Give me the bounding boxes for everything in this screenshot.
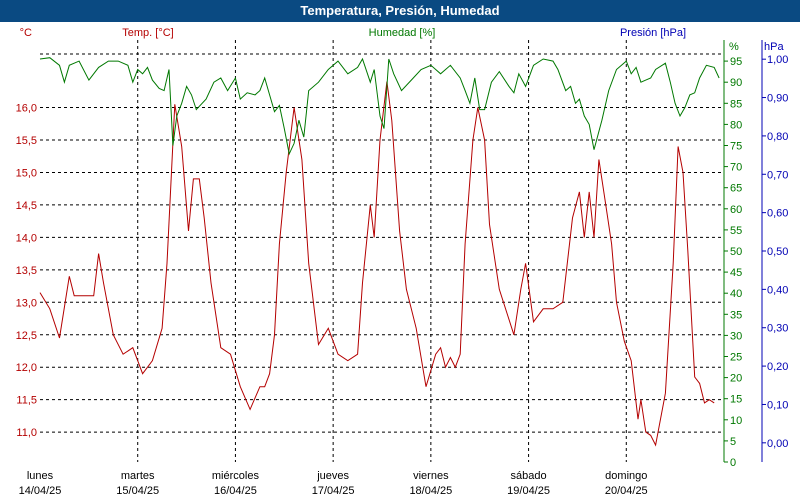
humidity-tick-label: 5 [730,436,736,448]
x-tick-date: 19/04/25 [507,485,550,497]
humidity-tick-label: 0 [730,457,736,469]
humidity-tick-label: 90 [730,77,742,89]
pressure-tick-label: 0,20 [767,361,788,373]
chart-canvas: 11,0 11,5 12,0 12,5 13,0 13,5 14,0 14,5 15,0 15,5… [0,22,800,500]
pressure-tick-label: 0,40 [767,284,788,296]
pressure-tick-label: 0,10 [767,399,788,411]
temp-tick-label: 14,5 [16,200,37,212]
humidity-tick-label: 50 [730,246,742,258]
humidity-tick-label: 75 [730,141,742,153]
temp-tick-label: 11,0 [16,427,37,439]
temp-tick-label: 12,0 [16,362,37,374]
app-window: Temperatura, Presión, Humedad 11,0 11,5 12… [0,0,800,500]
humidity-tick-label: 55 [730,225,742,237]
x-tick-date: 14/04/25 [19,485,62,497]
temp-tick-label: 15,0 [16,167,37,179]
x-tick-date: 18/04/25 [409,485,452,497]
legend-pressure: Presión [hPa] [620,27,686,39]
humidity-tick-label: 30 [730,330,742,342]
pressure-tick-label: 0,00 [767,438,788,450]
x-tick-day: miércoles [212,470,260,482]
humidity-tick-label: 15 [730,394,742,406]
pressure-tick-label: 0,60 [767,208,788,220]
humidity-tick-label: 95 [730,56,742,68]
pressure-unit-label: hPa [764,41,784,53]
x-tick-day: viernes [413,470,449,482]
temp-tick-label: 14,0 [16,232,37,244]
legend-temp: Temp. [°C] [122,27,173,39]
pressure-tick-label: 0,80 [767,131,788,143]
pressure-tick-label: 1,00 [767,54,788,66]
pressure-tick-label: 0,70 [767,169,788,181]
humidity-tick-label: 80 [730,119,742,131]
temp-unit-label: °C [20,27,32,39]
x-tick-day: jueves [316,470,349,482]
temp-tick-label: 16,0 [16,103,37,115]
humidity-tick-label: 35 [730,309,742,321]
humidity-tick-label: 40 [730,288,742,300]
humidity-tick-label: 20 [730,373,742,385]
temp-tick-label: 15,5 [16,135,37,147]
window-title: Temperatura, Presión, Humedad [0,0,800,22]
pressure-tick-label: 0,50 [767,246,788,258]
humidity-tick-label: 85 [730,98,742,110]
humidity-tick-label: 65 [730,183,742,195]
x-tick-date: 17/04/25 [312,485,355,497]
temp-tick-label: 12,5 [16,330,37,342]
temp-tick-label: 13,0 [16,297,37,309]
pressure-tick-label: 0,90 [767,93,788,105]
legend-humidity: Humedad [%] [369,27,436,39]
chart-background [0,22,800,500]
x-tick-day: sábado [511,470,547,482]
x-tick-day: domingo [605,470,647,482]
temp-tick-label: 11,5 [16,395,37,407]
humidity-tick-label: 70 [730,162,742,174]
temp-tick-label: 13,5 [16,265,37,277]
humidity-tick-label: 60 [730,204,742,216]
humidity-unit-label: % [729,41,739,53]
humidity-tick-label: 45 [730,267,742,279]
x-tick-date: 20/04/25 [605,485,648,497]
pressure-tick-label: 0,30 [767,323,788,335]
humidity-tick-label: 25 [730,352,742,364]
x-tick-day: lunes [27,470,54,482]
x-tick-day: martes [121,470,155,482]
x-tick-date: 15/04/25 [116,485,159,497]
humidity-tick-label: 10 [730,415,742,427]
x-tick-date: 16/04/25 [214,485,257,497]
